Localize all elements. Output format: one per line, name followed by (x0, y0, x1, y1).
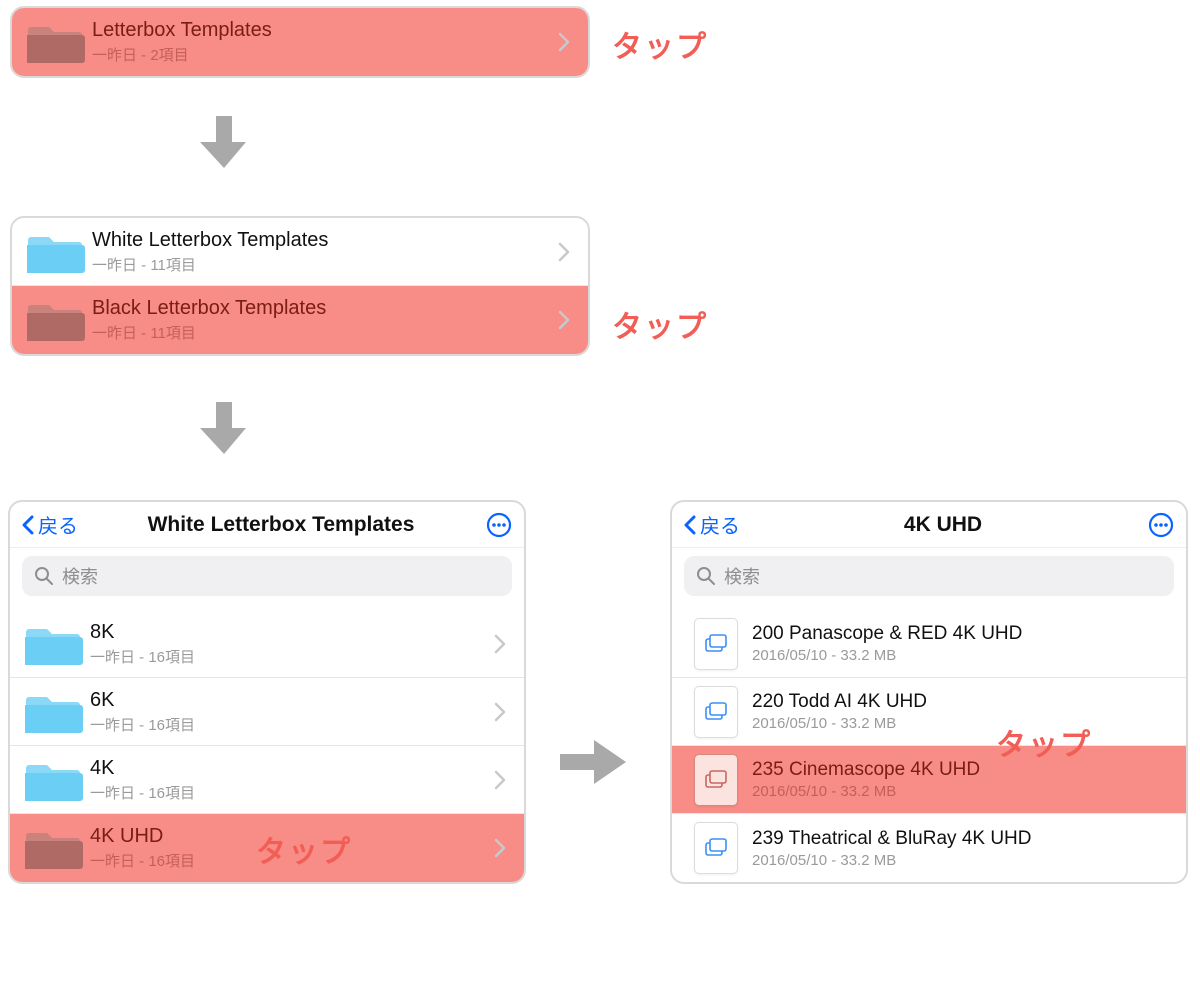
folder-icon (18, 619, 90, 669)
panel-1: Letterbox Templates 一昨日 - 2項目 (10, 6, 590, 78)
more-button[interactable] (1146, 510, 1176, 540)
chevron-right-icon (488, 702, 512, 722)
chevron-right-icon (552, 310, 576, 330)
file-icon (680, 822, 752, 874)
row-title: 200 Panascope & RED 4K UHD (752, 623, 1174, 645)
row-title: 8K (90, 621, 488, 644)
folder-icon (20, 17, 92, 67)
chevron-left-icon (20, 515, 36, 535)
row-subtitle: 一昨日 - 11項目 (92, 322, 552, 343)
folder-row-8k[interactable]: 8K 一昨日 - 16項目 (10, 610, 524, 678)
folder-row-white[interactable]: White Letterbox Templates 一昨日 - 11項目 (12, 218, 588, 286)
file-icon (680, 754, 752, 806)
search-placeholder: 検索 (62, 563, 98, 589)
search-icon (696, 566, 716, 586)
row-subtitle: 一昨日 - 2項目 (92, 44, 552, 65)
row-subtitle: 2016/05/10 - 33.2 MB (752, 852, 1174, 869)
row-subtitle: 一昨日 - 16項目 (90, 782, 488, 803)
chevron-right-icon (488, 634, 512, 654)
row-subtitle: 一昨日 - 16項目 (90, 646, 488, 667)
row-title: Black Letterbox Templates (92, 297, 552, 320)
back-button[interactable]: 戻る (682, 510, 740, 539)
arrow-down-icon (200, 402, 248, 462)
row-title: 239 Theatrical & BluRay 4K UHD (752, 828, 1174, 850)
tap-label-1: タップ (612, 22, 708, 66)
folder-row-4k[interactable]: 4K 一昨日 - 16項目 (10, 746, 524, 814)
folder-row-6k[interactable]: 6K 一昨日 - 16項目 (10, 678, 524, 746)
folder-icon (20, 227, 92, 277)
chevron-right-icon (552, 242, 576, 262)
search-placeholder: 検索 (724, 563, 760, 589)
panel4-title: 4K UHD (740, 513, 1146, 537)
arrow-down-icon (200, 116, 248, 176)
row-subtitle: 2016/05/10 - 33.2 MB (752, 783, 1174, 800)
panel3-header: 戻る White Letterbox Templates (10, 502, 524, 548)
tap-label-2: タップ (612, 302, 708, 346)
search-icon (34, 566, 54, 586)
panel4-header: 戻る 4K UHD (672, 502, 1186, 548)
more-button[interactable] (484, 510, 514, 540)
search-input[interactable]: 検索 (22, 556, 512, 596)
file-row-235[interactable]: 235 Cinemascope 4K UHD 2016/05/10 - 33.2… (672, 746, 1186, 814)
row-title: White Letterbox Templates (92, 229, 552, 252)
tap-label-3: タップ (256, 827, 352, 871)
chevron-right-icon (488, 838, 512, 858)
panel-4: 戻る 4K UHD 検索 200 Panascope & RED 4K UHD … (670, 500, 1188, 884)
folder-icon (20, 295, 92, 345)
more-icon (1148, 512, 1174, 538)
file-row-220[interactable]: 220 Todd AI 4K UHD 2016/05/10 - 33.2 MB (672, 678, 1186, 746)
back-label: 戻る (700, 510, 740, 539)
file-row-239[interactable]: 239 Theatrical & BluRay 4K UHD 2016/05/1… (672, 814, 1186, 882)
more-icon (486, 512, 512, 538)
row-title: 235 Cinemascope 4K UHD (752, 759, 1174, 781)
folder-row-black[interactable]: Black Letterbox Templates 一昨日 - 11項目 (12, 286, 588, 354)
row-subtitle: 2016/05/10 - 33.2 MB (752, 647, 1174, 664)
row-subtitle: 一昨日 - 16項目 (90, 714, 488, 735)
back-button[interactable]: 戻る (20, 510, 78, 539)
arrow-right-icon (560, 740, 630, 790)
row-title: Letterbox Templates (92, 19, 552, 42)
back-label: 戻る (38, 510, 78, 539)
chevron-right-icon (552, 32, 576, 52)
folder-icon (18, 687, 90, 737)
file-icon (680, 618, 752, 670)
folder-icon (18, 823, 90, 873)
row-title: 4K (90, 757, 488, 780)
file-icon (680, 686, 752, 738)
row-title: 6K (90, 689, 488, 712)
row-subtitle: 一昨日 - 11項目 (92, 254, 552, 275)
file-row-200[interactable]: 200 Panascope & RED 4K UHD 2016/05/10 - … (672, 610, 1186, 678)
folder-row-letterbox[interactable]: Letterbox Templates 一昨日 - 2項目 (12, 8, 588, 76)
folder-icon (18, 755, 90, 805)
row-title: 220 Todd AI 4K UHD (752, 691, 1174, 713)
tap-label-4: タップ (996, 720, 1092, 764)
row-subtitle: 2016/05/10 - 33.2 MB (752, 715, 1174, 732)
search-input[interactable]: 検索 (684, 556, 1174, 596)
chevron-right-icon (488, 770, 512, 790)
panel-2: White Letterbox Templates 一昨日 - 11項目 Bla… (10, 216, 590, 356)
chevron-left-icon (682, 515, 698, 535)
panel3-title: White Letterbox Templates (78, 513, 484, 537)
